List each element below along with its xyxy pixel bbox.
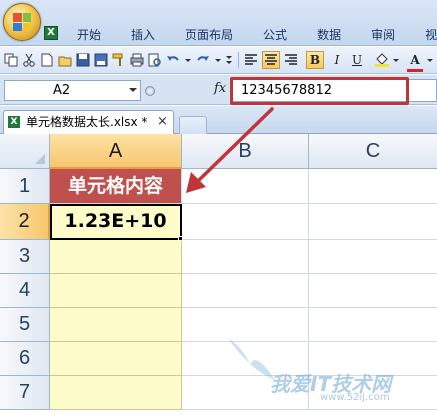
row-header-1[interactable]: 1 [0,169,50,204]
column-header-c[interactable]: C [309,134,437,169]
office-button[interactable] [3,3,41,41]
workbook-tab-strip: X 单元格数据太长.xlsx * × [0,106,437,134]
format-painter-icon[interactable] [112,53,126,67]
print-preview-icon[interactable] [148,53,162,67]
cell-a3[interactable] [50,240,182,274]
row-header-4[interactable]: 4 [0,274,50,308]
font-color-swatch [407,69,423,72]
formula-bar-splitter[interactable] [145,86,155,96]
insert-function-button[interactable]: fx [214,81,226,96]
redo-dropdown-icon[interactable] [214,53,222,67]
tab-home[interactable]: 开始 [62,26,116,46]
select-all-icon [35,154,45,164]
name-box-dropdown-icon[interactable] [129,88,137,92]
align-left-icon[interactable] [244,53,258,67]
align-right-icon[interactable] [284,53,298,67]
row-header-6[interactable]: 6 [0,342,50,376]
align-center-button[interactable] [262,51,280,69]
cell-b1[interactable] [182,169,309,204]
workbook-tab-title: 单元格数据太长.xlsx * [26,115,148,129]
tab-formulas[interactable]: 公式 [248,26,302,46]
cell-a7[interactable] [50,376,182,410]
cell-a6[interactable] [50,342,182,376]
cell-a4[interactable] [50,274,182,308]
tab-page-layout[interactable]: 页面布局 [170,26,248,46]
row-header-3[interactable]: 3 [0,240,50,274]
copy-icon[interactable] [4,53,18,67]
close-tab-button[interactable]: × [157,114,168,130]
more-commands-icon[interactable] [224,53,234,67]
ribbon: X 开始 插入 页面布局 公式 数据 审阅 视 [0,0,437,46]
formatting-toolbar: B I U A [0,47,437,74]
fill-color-icon[interactable] [374,53,390,67]
fill-color-dropdown-icon[interactable] [392,53,400,67]
tab-data[interactable]: 数据 [302,26,356,46]
font-color-button[interactable]: A [406,51,424,69]
cell-a1[interactable]: 单元格内容 [50,169,182,204]
name-box[interactable]: A2 [4,80,141,101]
cut-icon[interactable] [22,53,36,67]
row-header-7[interactable]: 7 [0,376,50,410]
toolbar-separator [238,52,239,68]
open-icon[interactable] [58,53,72,67]
new-tab-button[interactable] [179,116,207,134]
cell-c2[interactable] [309,204,437,240]
row-header-5[interactable]: 5 [0,308,50,342]
tab-insert[interactable]: 插入 [116,26,170,46]
row-header-2[interactable]: 2 [0,204,50,240]
tab-review[interactable]: 审阅 [356,26,410,46]
new-document-icon[interactable] [40,53,54,67]
annotation-highlight-box [230,77,409,105]
print-icon[interactable] [130,53,144,67]
redo-icon[interactable] [196,53,210,67]
undo-dropdown-icon[interactable] [184,53,192,67]
excel-file-icon: X [8,116,20,128]
cell-c1[interactable] [309,169,437,204]
fill-handle[interactable] [178,236,183,241]
font-color-dropdown-icon[interactable] [426,53,434,67]
tab-view[interactable]: 视 [410,26,437,46]
save-as-icon[interactable] [94,53,108,67]
column-header-b[interactable]: B [182,134,309,169]
column-header-a[interactable]: A [50,134,182,169]
excel-icon[interactable]: X [44,26,58,40]
select-all-button[interactable] [0,134,50,169]
align-center-icon [265,54,277,65]
bold-button[interactable]: B [306,51,324,69]
cell-b2[interactable] [182,204,309,240]
ribbon-tabs: 开始 插入 页面布局 公式 数据 审阅 视 [62,26,437,46]
save-icon[interactable] [76,53,90,67]
italic-button[interactable]: I [328,51,346,69]
cell-c5[interactable] [309,308,437,342]
watermark-url: www.52ij.com [320,392,390,403]
cell-b3[interactable] [182,240,309,274]
underline-button[interactable]: U [348,51,366,69]
cell-a5[interactable] [50,308,182,342]
undo-icon[interactable] [166,53,180,67]
cell-c4[interactable] [309,274,437,308]
workbook-tab[interactable]: X 单元格数据太长.xlsx * × [3,110,174,134]
cell-b4[interactable] [182,274,309,308]
office-logo-icon [13,13,31,31]
cell-a2[interactable]: 1.23E+10 [50,204,182,240]
cell-c3[interactable] [309,240,437,274]
